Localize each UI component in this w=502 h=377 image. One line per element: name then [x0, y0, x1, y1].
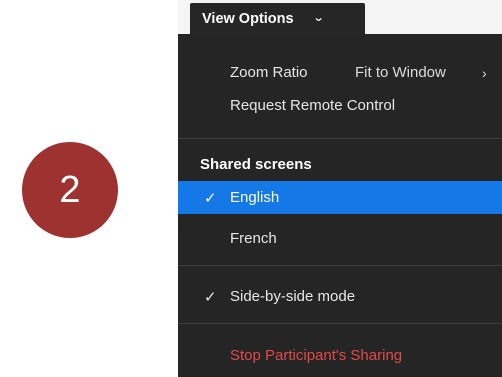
shared-screens-heading: Shared screens	[200, 156, 312, 173]
side-by-side-mode-menu-item[interactable]: ✓ Side-by-side mode	[178, 280, 502, 313]
stop-participant-sharing-menu-item[interactable]: Stop Participant's Sharing	[178, 339, 502, 372]
screen-item-english[interactable]: ✓ English	[178, 181, 502, 214]
chevron-right-icon: ›	[482, 64, 487, 81]
view-options-menu: Zoom Ratio Fit to Window › Request Remot…	[178, 34, 502, 377]
view-options-button[interactable]: View Options ⌄	[190, 3, 365, 34]
screen-item-label: English	[230, 189, 280, 206]
checkmark-icon: ✓	[204, 288, 217, 306]
checkmark-icon: ✓	[204, 189, 217, 207]
zoom-ratio-menu-item[interactable]: Zoom Ratio Fit to Window ›	[178, 56, 502, 89]
chevron-down-icon: ⌄	[312, 12, 325, 24]
request-remote-control-menu-item[interactable]: Request Remote Control	[178, 89, 502, 122]
screen-item-french[interactable]: French	[178, 222, 502, 255]
request-remote-control-label: Request Remote Control	[230, 97, 396, 114]
zoom-ratio-label: Zoom Ratio	[230, 64, 308, 81]
screen-item-label: French	[230, 230, 277, 247]
step-number: 2	[59, 168, 81, 211]
step-number-badge: 2	[22, 142, 118, 238]
stop-participant-sharing-label: Stop Participant's Sharing	[230, 347, 403, 364]
menu-divider	[178, 323, 502, 324]
side-by-side-mode-label: Side-by-side mode	[230, 288, 356, 305]
menu-divider	[178, 265, 502, 266]
view-options-label: View Options	[202, 10, 294, 27]
menu-divider	[178, 138, 502, 139]
screenshot-stage: 2 View Options ⌄ Zoom Ratio Fit to Windo…	[0, 0, 502, 377]
zoom-ratio-value: Fit to Window	[355, 64, 446, 81]
